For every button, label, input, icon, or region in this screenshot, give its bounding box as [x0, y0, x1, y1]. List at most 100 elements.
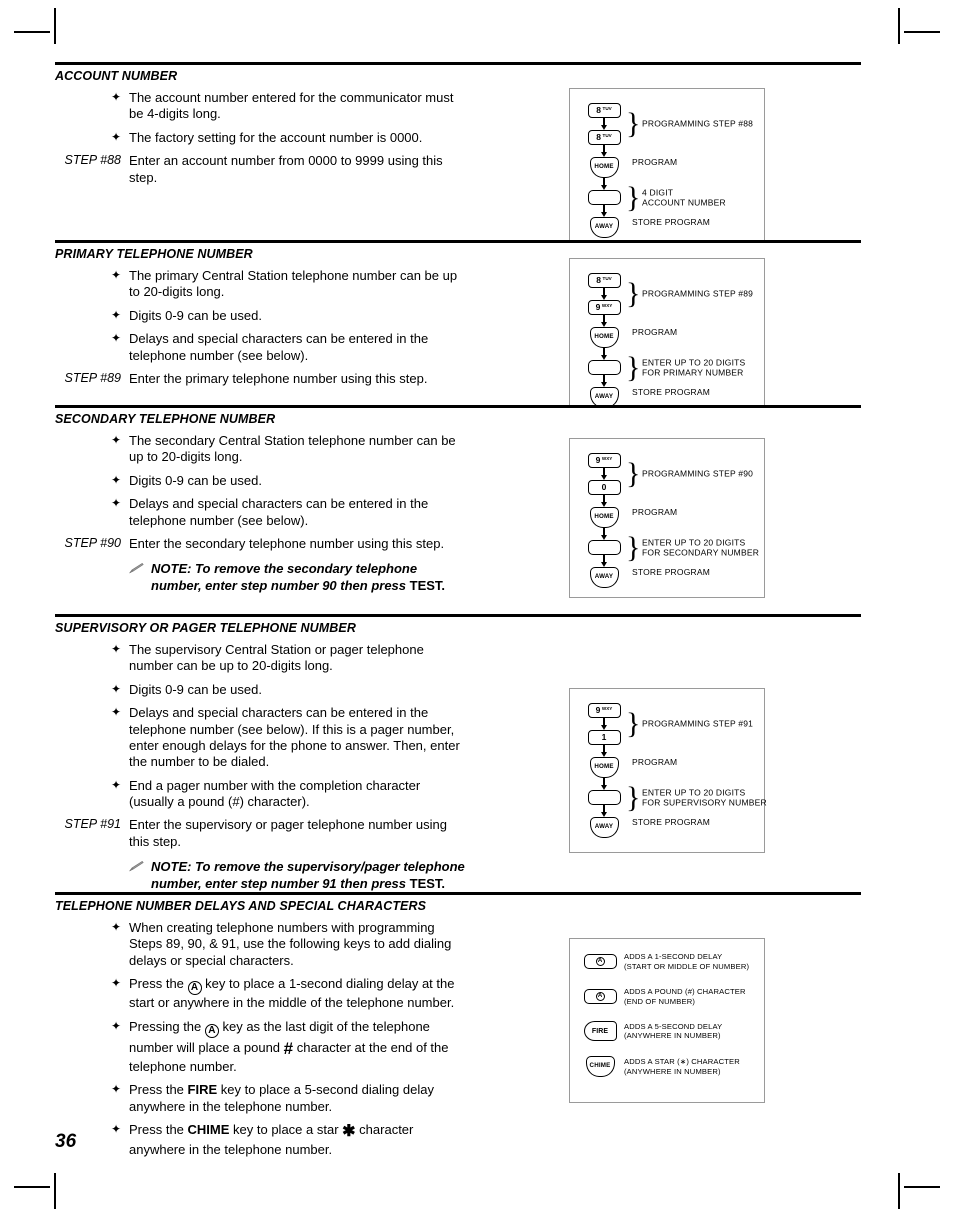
key-chime[interactable]: CHIME — [585, 1056, 615, 1078]
diagram-row: AWAY STORE PROGRAM — [582, 817, 754, 838]
key-9[interactable]: 9 WXY — [587, 453, 621, 468]
diagram-connector — [582, 528, 626, 540]
legend-row: CHIME ADDS A STAR (∗) CHARACTER (ANYWHERE … — [576, 1056, 754, 1078]
bullet-item: ✦ The secondary Central Station telephone… — [55, 433, 465, 466]
diagram-key-column: 8 TUV 9 WXY — [582, 273, 626, 315]
bullet-item: ✦ Digits 0-9 can be used. — [55, 308, 465, 324]
flow-arrow-icon — [599, 288, 609, 300]
bullet-text: The account number entered for the commu… — [129, 90, 454, 122]
flow-arrow-icon — [599, 468, 609, 480]
crop-mark-top-left-v — [54, 8, 56, 44]
crop-mark-bottom-left-v — [54, 1173, 56, 1209]
diagram-key-column — [582, 360, 626, 375]
key-1[interactable]: 1 — [587, 730, 621, 745]
step-item: STEP #89 Enter the primary telephone numb… — [55, 371, 465, 387]
key-fire[interactable]: FIRE — [583, 1021, 617, 1042]
diagram-row-label: STORE PROGRAM — [632, 567, 711, 577]
diagram-step-pair: 9 WXY 0} PROGRAMMING STEP #90 — [582, 453, 754, 495]
diagram-connector — [582, 555, 626, 567]
diagram-body: 8 TUV 9 WXY} PROGRAMMING STEP #89 HOME PROGRAM… — [570, 259, 764, 420]
section-text-column: ✦ The secondary Central Station telephone… — [55, 433, 465, 601]
key-circle-a[interactable]: A — [583, 954, 617, 970]
key-circle-a[interactable]: A — [583, 989, 617, 1005]
crop-mark-bottom-left-h — [14, 1186, 50, 1188]
key-blank-digit-entry[interactable] — [587, 790, 621, 805]
circle-a-icon: A — [187, 981, 202, 996]
key-home[interactable]: HOME — [589, 757, 619, 778]
bullet-item: ✦ Digits 0-9 can be used. — [55, 682, 465, 698]
diagram-row: } ENTER UP TO 20 DIGITS FOR PRIMARY NUMBER — [582, 352, 754, 382]
diagram-key-column: HOME — [582, 157, 626, 178]
key-home[interactable]: HOME — [589, 327, 619, 348]
flow-arrow-icon — [599, 348, 609, 360]
key-9[interactable]: 9 WXY — [587, 300, 621, 315]
key-home[interactable]: HOME — [589, 157, 619, 178]
key-away[interactable]: AWAY — [589, 817, 619, 838]
key-away[interactable]: AWAY — [589, 567, 619, 588]
step-item: STEP #90 Enter the secondary telephone nu… — [55, 536, 465, 552]
key-away[interactable]: AWAY — [589, 217, 619, 238]
diagram-key-column — [582, 190, 626, 205]
diagram-primary-telephone-number: 8 TUV 9 WXY} PROGRAMMING STEP #89 HOME PROGRAM… — [569, 258, 765, 408]
diagram-connector — [582, 778, 626, 790]
diagram-step-pair: 9 WXY 1} PROGRAMMING STEP #91 — [582, 703, 754, 745]
step-label: STEP #90 — [64, 535, 121, 550]
key-8[interactable]: 8 TUV — [587, 130, 621, 145]
key-8[interactable]: 8 TUV — [587, 103, 621, 118]
key-home[interactable]: HOME — [589, 507, 619, 528]
key-blank-digit-entry[interactable] — [587, 540, 621, 555]
diagram-row: AWAY STORE PROGRAM — [582, 567, 754, 588]
bullet-icon: ✦ — [110, 331, 121, 346]
bullet-text: Press the A key to place a 1-second dial… — [129, 976, 455, 1011]
diagram-step-label: PROGRAMMING STEP #91 — [642, 718, 754, 729]
diagram-key-column: 9 WXY 1 — [582, 703, 626, 745]
bullet-text: Delays and special characters can be ent… — [129, 331, 429, 363]
brace-icon: } — [626, 780, 641, 814]
bullet-item: ✦ The supervisory Central Station or page… — [55, 642, 465, 675]
bullet-item: ✦ Delays and special characters can be en… — [55, 705, 465, 771]
bullet-item: ✦ When creating telephone numbers with pr… — [55, 920, 465, 969]
legend-text: ADDS A 5-SECOND DELAY (ANYWHERE IN NUMBER… — [624, 1021, 723, 1041]
bullet-icon: ✦ — [110, 1082, 121, 1097]
key-8[interactable]: 8 TUV — [587, 273, 621, 288]
diagram-row-label: PROGRAM — [632, 327, 678, 337]
diagram-body: 9 WXY 1} PROGRAMMING STEP #91 HOME PROGRAM} EN… — [570, 689, 767, 850]
bullet-icon: ✦ — [110, 920, 121, 934]
section-title: ACCOUNT NUMBER — [55, 69, 178, 83]
bullet-text: Digits 0-9 can be used. — [129, 307, 262, 323]
step-text: Enter the supervisory or pager telephone… — [129, 817, 447, 849]
diagram-body: 8 TUV 8 TUV} PROGRAMMING STEP #88 HOME PROGRAM… — [570, 89, 764, 250]
key-blank-digit-entry[interactable] — [587, 190, 621, 205]
step-text: Enter the primary telephone number using… — [129, 370, 428, 386]
bullet-text: Delays and special characters can be ent… — [129, 705, 460, 770]
diagram-body: 9 WXY 0} PROGRAMMING STEP #90 HOME PROGRAM} EN… — [570, 439, 764, 600]
circle-a-icon: A — [595, 992, 605, 1002]
key-9[interactable]: 9 WXY — [587, 703, 621, 718]
legend-row: A ADDS A 1-SECOND DELAY (START OR MIDDLE O… — [576, 952, 754, 972]
diagram-row: HOME PROGRAM — [582, 507, 754, 528]
key-blank-digit-entry[interactable] — [587, 360, 621, 375]
diagram-step-pair: 8 TUV 8 TUV} PROGRAMMING STEP #88 — [582, 103, 754, 145]
diagram-connector — [582, 205, 626, 217]
diagram-row-label: ENTER UP TO 20 DIGITS FOR SUPERVISORY NUM… — [642, 786, 767, 808]
flow-arrow-icon — [599, 118, 609, 130]
bullet-icon: ✦ — [110, 307, 121, 322]
key-0[interactable]: 0 — [587, 480, 621, 495]
flow-arrow-icon — [599, 555, 609, 567]
bullet-icon: ✦ — [110, 777, 121, 792]
diagram-supervisory-or-pager-telephone-number: 9 WXY 1} PROGRAMMING STEP #91 HOME PROGRAM} EN… — [569, 688, 767, 853]
brace-icon: } — [626, 107, 641, 140]
legend-key: A — [576, 989, 624, 1005]
step-text: Enter the secondary telephone number usi… — [129, 535, 445, 551]
diagram-key-column: 8 TUV 8 TUV — [582, 103, 626, 145]
section-body: PRIMARY TELEPHONE NUMBER ✦ The primary Cen… — [55, 243, 861, 408]
key-name-fire: FIRE — [187, 1082, 218, 1098]
section-telephone-number-delays-and-special-characters: TELEPHONE NUMBER DELAYS AND SPECIAL CHAR… — [55, 892, 861, 1165]
section-body: SUPERVISORY OR PAGER TELEPHONE NUMBER ✦ Th… — [55, 617, 861, 899]
diagram-row-label: PROGRAM — [632, 757, 678, 767]
diagram-secondary-telephone-number: 9 WXY 0} PROGRAMMING STEP #90 HOME PROGRAM} EN… — [569, 438, 765, 598]
diagram-step-pair: 8 TUV 9 WXY} PROGRAMMING STEP #89 — [582, 273, 754, 315]
section-supervisory-or-pager-telephone-number: SUPERVISORY OR PAGER TELEPHONE NUMBER ✦ Th… — [55, 614, 861, 899]
bullet-icon: ✦ — [110, 90, 121, 104]
diagram-connector — [582, 178, 626, 190]
